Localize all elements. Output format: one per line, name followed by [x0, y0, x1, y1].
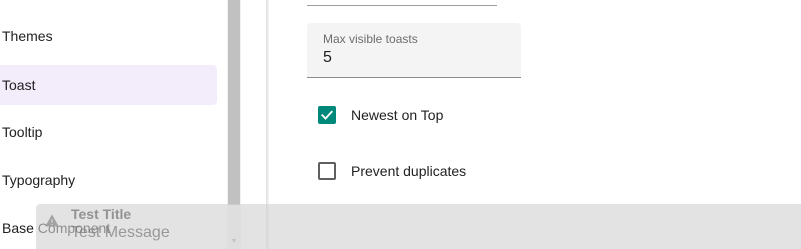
max-visible-toasts-input[interactable] — [323, 49, 503, 67]
sidebar-item-typography[interactable]: Typography — [0, 160, 217, 200]
newest-on-top-label: Newest on Top — [351, 107, 444, 123]
previous-field-underline — [307, 5, 497, 6]
toast-title: Test Title — [71, 206, 132, 222]
sidebar-item-themes[interactable]: Themes — [0, 16, 217, 56]
sidebar-item-label: Tooltip — [2, 124, 43, 140]
prevent-duplicates-checkbox[interactable] — [318, 162, 336, 180]
app-root: Themes Toast Tooltip Typography Base Com… — [0, 0, 801, 249]
toast-message: Test Message — [71, 224, 170, 241]
newest-on-top-checkbox[interactable] — [318, 106, 336, 124]
sidebar-item-label: Typography — [2, 172, 76, 188]
sidebar-item-label: Themes — [2, 28, 53, 44]
prevent-duplicates-label: Prevent duplicates — [351, 163, 467, 179]
max-visible-toasts-label: Max visible toasts — [323, 32, 418, 46]
toast-notification[interactable]: Test Title Test Message — [36, 204, 801, 249]
checkmark-icon — [321, 110, 333, 120]
newest-on-top-option[interactable]: Newest on Top — [318, 105, 443, 125]
sidebar-item-tooltip[interactable]: Tooltip — [0, 112, 217, 152]
max-visible-toasts-field[interactable]: Max visible toasts — [307, 23, 521, 78]
scrollbar-thumb[interactable] — [228, 0, 240, 205]
warning-icon — [45, 214, 59, 227]
sidebar-item-toast[interactable]: Toast — [0, 65, 217, 105]
prevent-duplicates-option[interactable]: Prevent duplicates — [318, 161, 466, 181]
sidebar-item-label: Toast — [2, 77, 36, 93]
